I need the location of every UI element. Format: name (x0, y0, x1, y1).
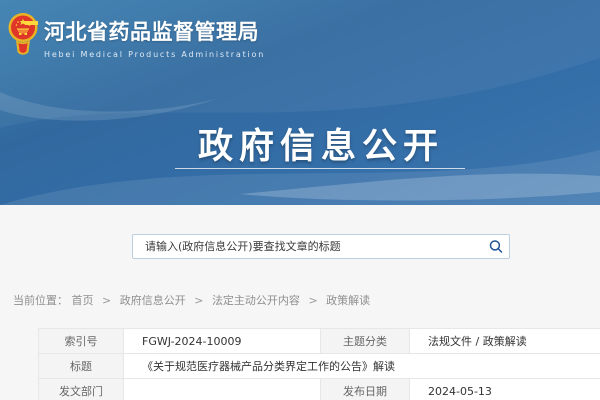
china-national-emblem-icon (8, 12, 38, 58)
search-button[interactable] (483, 235, 509, 258)
table-row-title: 标题 《关于规范医疗器械产品分类界定工作的公告》解读 (39, 354, 600, 379)
issuing-department-value (124, 379, 321, 400)
site-header: 河北省药品监督管理局 Hebei Medical Products Admini… (0, 0, 600, 205)
title-value: 《关于规范医疗器械产品分类界定工作的公告》解读 (124, 354, 600, 379)
search-icon (489, 238, 503, 255)
issuing-department-label: 发文部门 (39, 379, 124, 400)
publish-date-label: 发布日期 (321, 379, 410, 400)
breadcrumb-item-policy-interpretation[interactable]: 政策解读 (326, 294, 370, 307)
publish-date-value: 2024-05-13 (410, 379, 600, 400)
page: 河北省药品监督管理局 Hebei Medical Products Admini… (0, 0, 600, 400)
content-area: 当前位置： 首页 > 政府信息公开 > 法定主动公开内容 > 政策解读 索引号 … (0, 205, 600, 400)
search-input[interactable] (133, 235, 483, 258)
search-bar (132, 234, 510, 259)
index-number-label: 索引号 (39, 329, 124, 354)
agency-name-english: Hebei Medical Products Administration (44, 50, 265, 59)
agency-branding: 河北省药品监督管理局 Hebei Medical Products Admini… (44, 16, 265, 59)
agency-name: 河北省药品监督管理局 (44, 16, 265, 46)
banner-underline (175, 168, 465, 169)
breadcrumb-item-gov-info[interactable]: 政府信息公开 (120, 294, 186, 307)
breadcrumb-separator: > (194, 294, 203, 307)
breadcrumb-separator: > (102, 294, 111, 307)
document-meta-table: 索引号 FGWJ-2024-10009 主题分类 法规文件 / 政策解读 标题 … (38, 328, 600, 400)
subject-category-value: 法规文件 / 政策解读 (410, 329, 600, 354)
banner-title: 政府信息公开 (21, 118, 600, 169)
title-label: 标题 (39, 354, 124, 379)
breadcrumb-item-home[interactable]: 首页 (72, 294, 94, 307)
breadcrumb-separator: > (308, 294, 317, 307)
breadcrumb-prefix: 当前位置： (13, 294, 68, 307)
table-row-department: 发文部门 发布日期 2024-05-13 (39, 379, 600, 400)
breadcrumb: 当前位置： 首页 > 政府信息公开 > 法定主动公开内容 > 政策解读 (13, 292, 370, 308)
index-number-value: FGWJ-2024-10009 (124, 329, 321, 354)
table-row-index: 索引号 FGWJ-2024-10009 主题分类 法规文件 / 政策解读 (39, 329, 600, 354)
breadcrumb-item-statutory-disclosure[interactable]: 法定主动公开内容 (212, 294, 300, 307)
subject-category-label: 主题分类 (321, 329, 410, 354)
